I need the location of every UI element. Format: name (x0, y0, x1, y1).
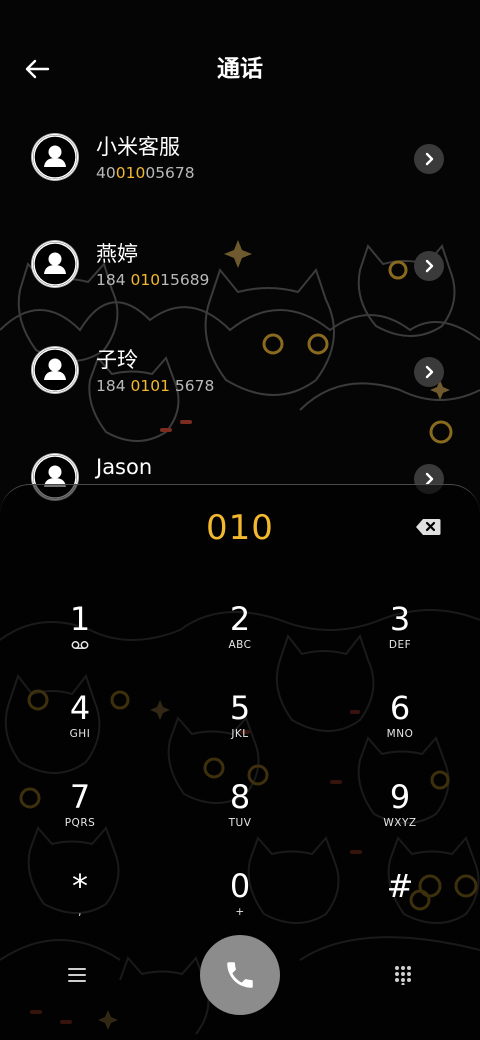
dialer-screen: 通话 小米客服 4001005678 燕婷 184 01015689 子玲 18… (0, 0, 480, 1040)
voicemail-icon (71, 641, 89, 649)
dialpad-icon (395, 966, 411, 985)
key-8[interactable]: 8 TUV (180, 778, 300, 850)
contact-number: 4001005678 (96, 164, 195, 182)
key-digit: 5 (229, 689, 251, 727)
key-5[interactable]: 5 JKL (180, 689, 300, 761)
avatar (32, 347, 78, 393)
phone-icon (227, 962, 253, 988)
key-9[interactable]: 9 WXYZ (340, 778, 460, 850)
key-digit: 3 (389, 600, 411, 638)
key-letters: , (78, 906, 82, 918)
key-digit: 1 (69, 600, 91, 638)
key-letters: TUV (228, 817, 252, 829)
key-letters: MNO (386, 728, 414, 740)
contact-name: 燕婷 (96, 242, 138, 266)
key-digit: 0 (229, 867, 251, 905)
key-7[interactable]: 7 PQRS (20, 778, 140, 850)
page-title: 通话 (217, 56, 263, 82)
key-digit: 7 (69, 778, 91, 816)
key-1[interactable]: 1 (20, 600, 140, 672)
key-letters: + (235, 906, 245, 918)
avatar (32, 241, 78, 287)
key-letters: ABC (228, 639, 252, 651)
contact-row[interactable]: 燕婷 184 01015689 (0, 211, 480, 317)
key-0[interactable]: 0 + (180, 867, 300, 939)
key-star[interactable]: * , (20, 867, 140, 939)
contact-number: 184 01015689 (96, 271, 210, 289)
key-digit: 2 (229, 600, 251, 638)
backspace-button[interactable] (410, 514, 446, 540)
key-letters: JKL (231, 728, 249, 740)
key-letters: WXYZ (383, 817, 417, 829)
key-3[interactable]: 3 DEF (340, 600, 460, 672)
key-letters: PQRS (64, 817, 96, 829)
key-letters: DEF (388, 639, 412, 651)
keypad-toggle-button[interactable] (388, 960, 418, 990)
key-digit: 4 (69, 689, 91, 727)
key-6[interactable]: 6 MNO (340, 689, 460, 761)
key-digit: 6 (389, 689, 411, 727)
contact-detail-button[interactable] (414, 251, 444, 281)
person-icon (33, 135, 77, 179)
call-button[interactable] (200, 935, 280, 1015)
contact-row[interactable]: 小米客服 4001005678 (0, 104, 480, 210)
person-icon (33, 348, 77, 392)
contact-name: 子玲 (96, 348, 138, 372)
contact-detail-button[interactable] (414, 144, 444, 174)
key-4[interactable]: 4 GHI (20, 689, 140, 761)
person-icon (33, 242, 77, 286)
chevron-right-icon (425, 152, 434, 166)
backspace-icon (416, 519, 441, 535)
dialed-number-input[interactable]: 010 (0, 504, 480, 552)
contact-row[interactable]: 子玲 184 0101 5678 (0, 317, 480, 423)
key-letters: GHI (69, 728, 91, 740)
contact-name: Jason (96, 455, 153, 479)
contact-name: 小米客服 (96, 135, 180, 159)
chevron-right-icon (425, 365, 434, 379)
key-digit: * (72, 867, 88, 905)
key-2[interactable]: 2 ABC (180, 600, 300, 672)
key-hash[interactable]: # (340, 867, 460, 939)
avatar (32, 134, 78, 180)
key-digit: 9 (389, 778, 411, 816)
menu-button[interactable] (62, 960, 92, 990)
chevron-right-icon (425, 259, 434, 273)
contact-number: 184 0101 5678 (96, 377, 215, 395)
contact-detail-button[interactable] (414, 357, 444, 387)
key-digit: 8 (229, 778, 251, 816)
key-digit: # (386, 867, 414, 905)
menu-icon (68, 968, 86, 982)
